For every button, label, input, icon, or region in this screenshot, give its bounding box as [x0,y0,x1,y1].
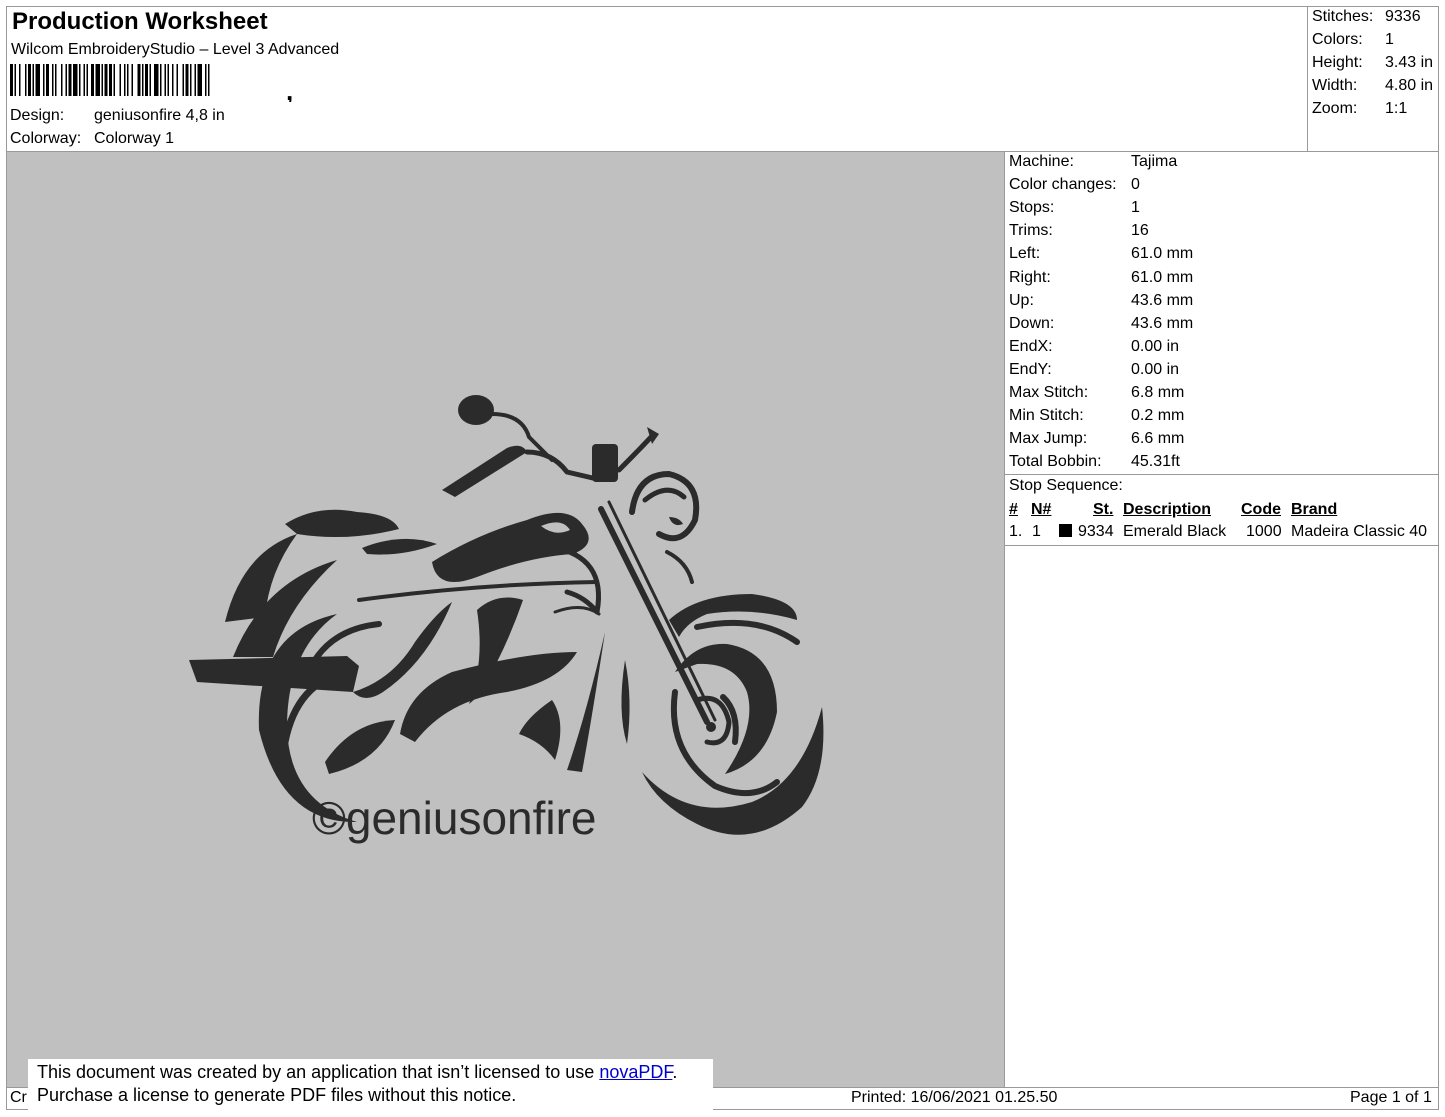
machine-info-label: Max Jump: [1009,430,1088,448]
machine-info-row: Down: 43.6 mm [1009,315,1193,333]
machine-info-label: Color changes: [1009,176,1117,194]
page-number: Page 1 of 1 [1350,1089,1432,1106]
row-brand: Madeira Classic 40 [1291,523,1428,540]
machine-info-row: Stops: 1 [1009,199,1140,217]
summary-stitches: Stitches: 9336 [1312,8,1421,25]
machine-info-label: Max Stitch: [1009,384,1089,401]
machine-info-row: Max Jump: 6.6 mm [1009,430,1184,448]
machine-info-value: 61.0 mm [1131,268,1194,286]
notice-line-1: This document was created by an applicat… [37,1062,678,1082]
row-code: 1000 [1246,523,1282,540]
machine-info-row: Trims: 16 [1009,222,1149,240]
summary-colors: Colors: 1 [1312,31,1394,48]
colorway-label: Colorway: [10,130,82,147]
col-header-num: # [1009,501,1018,518]
machine-info-label: Machine: [1009,153,1074,170]
machine-info-row: EndY: 0.00 in [1009,361,1179,379]
notice-line-2: Purchase a license to generate PDF files… [37,1085,517,1105]
machine-info-row: Up: 43.6 mm [1009,292,1193,310]
machine-info-label: EndX: [1009,337,1053,355]
col-header-st: St. [1093,501,1114,518]
color-swatch [1059,524,1072,537]
design-value: geniusonfire 4,8 in [94,107,225,124]
novapdf-link[interactable]: novaPDF [599,1062,672,1082]
summary-zoom: Zoom: 1:1 [1312,100,1408,117]
stop-sequence-title: Stop Sequence: [1009,477,1123,494]
stop-divider-bottom [1004,545,1439,546]
machine-info-value: 6.8 mm [1131,384,1185,401]
machine-info-value: 16 [1131,222,1149,240]
stop-divider-top [1004,474,1439,475]
machine-info-label: Up: [1009,291,1034,309]
machine-info-row: Color changes: 0 [1009,176,1140,194]
col-header-description: Description [1123,501,1212,518]
panel-divider [1004,151,1005,1087]
machine-info-value: 45.31ft [1131,453,1180,471]
machine-info-label: Min Stitch: [1009,407,1084,425]
design-label: Design: [10,107,65,124]
machine-info-row: Total Bobbin: 45.31ft [1009,453,1180,471]
design-row: Design: geniusonfire 4,8 in [10,107,225,125]
colorway-row: Colorway: Colorway 1 [10,130,174,148]
row-n: 1 [1032,523,1041,540]
license-notice: This document was created by an applicat… [28,1059,713,1113]
machine-info-value: Tajima [1131,153,1178,170]
machine-info-row: Right: 61.0 mm [1009,269,1193,287]
machine-info-row: Min Stitch: 0.2 mm [1009,407,1184,425]
machine-info-value: 0 [1131,176,1140,194]
machine-info-label: Stops: [1009,199,1055,217]
row-st: 9334 [1078,523,1114,540]
printed-date: Printed: 16/06/2021 01.25.50 [851,1089,1058,1106]
machine-info-value: 1 [1131,199,1140,217]
row-description: Emerald Black [1123,523,1227,540]
design-caption: ©geniusonfire [312,792,597,844]
machine-info-value: 43.6 mm [1131,291,1194,309]
footer-left-fragment: Cr [10,1089,27,1106]
machine-info-row: Machine: Tajima [1009,153,1177,171]
software-name: Wilcom EmbroideryStudio – Level 3 Advanc… [11,41,340,58]
machine-info-row: EndX: 0.00 in [1009,338,1179,356]
machine-info-row: Max Stitch: 6.8 mm [1009,384,1184,402]
summary-box: Stitches: 9336 Colors: 1 Height: 3.43 in Wi… [1307,6,1439,152]
machine-info-label: Down: [1009,314,1055,332]
svg-text:,: , [286,76,293,102]
col-header-code: Code [1241,501,1281,518]
machine-info-value: 0.00 in [1131,337,1180,355]
machine-info-value: 6.6 mm [1131,430,1185,448]
motorcycle-embroidery: ©geniusonfire [189,395,824,844]
summary-height: Height: 3.43 in [1312,54,1434,71]
machine-info-label: EndY: [1009,360,1052,378]
machine-info-value: 0.2 mm [1131,407,1185,425]
design-preview: ©geniusonfire [7,152,1004,1087]
machine-info-label: Trims: [1009,222,1053,240]
barcode: , [10,64,293,102]
col-header-n: N# [1031,501,1052,518]
colorway-value: Colorway 1 [94,130,175,147]
machine-info-value: 0.00 in [1131,360,1180,378]
col-header-brand: Brand [1291,501,1338,518]
machine-info-row: Left: 61.0 mm [1009,245,1193,263]
row-num: 1. [1009,523,1023,540]
machine-info-label: Left: [1009,245,1041,263]
machine-info-value: 43.6 mm [1131,314,1194,332]
summary-width: Width: 4.80 in [1312,77,1434,94]
machine-info-label: Total Bobbin: [1009,453,1102,471]
machine-info-label: Right: [1009,268,1051,286]
worksheet-title: Production Worksheet [12,8,268,35]
machine-info-value: 61.0 mm [1131,245,1194,263]
